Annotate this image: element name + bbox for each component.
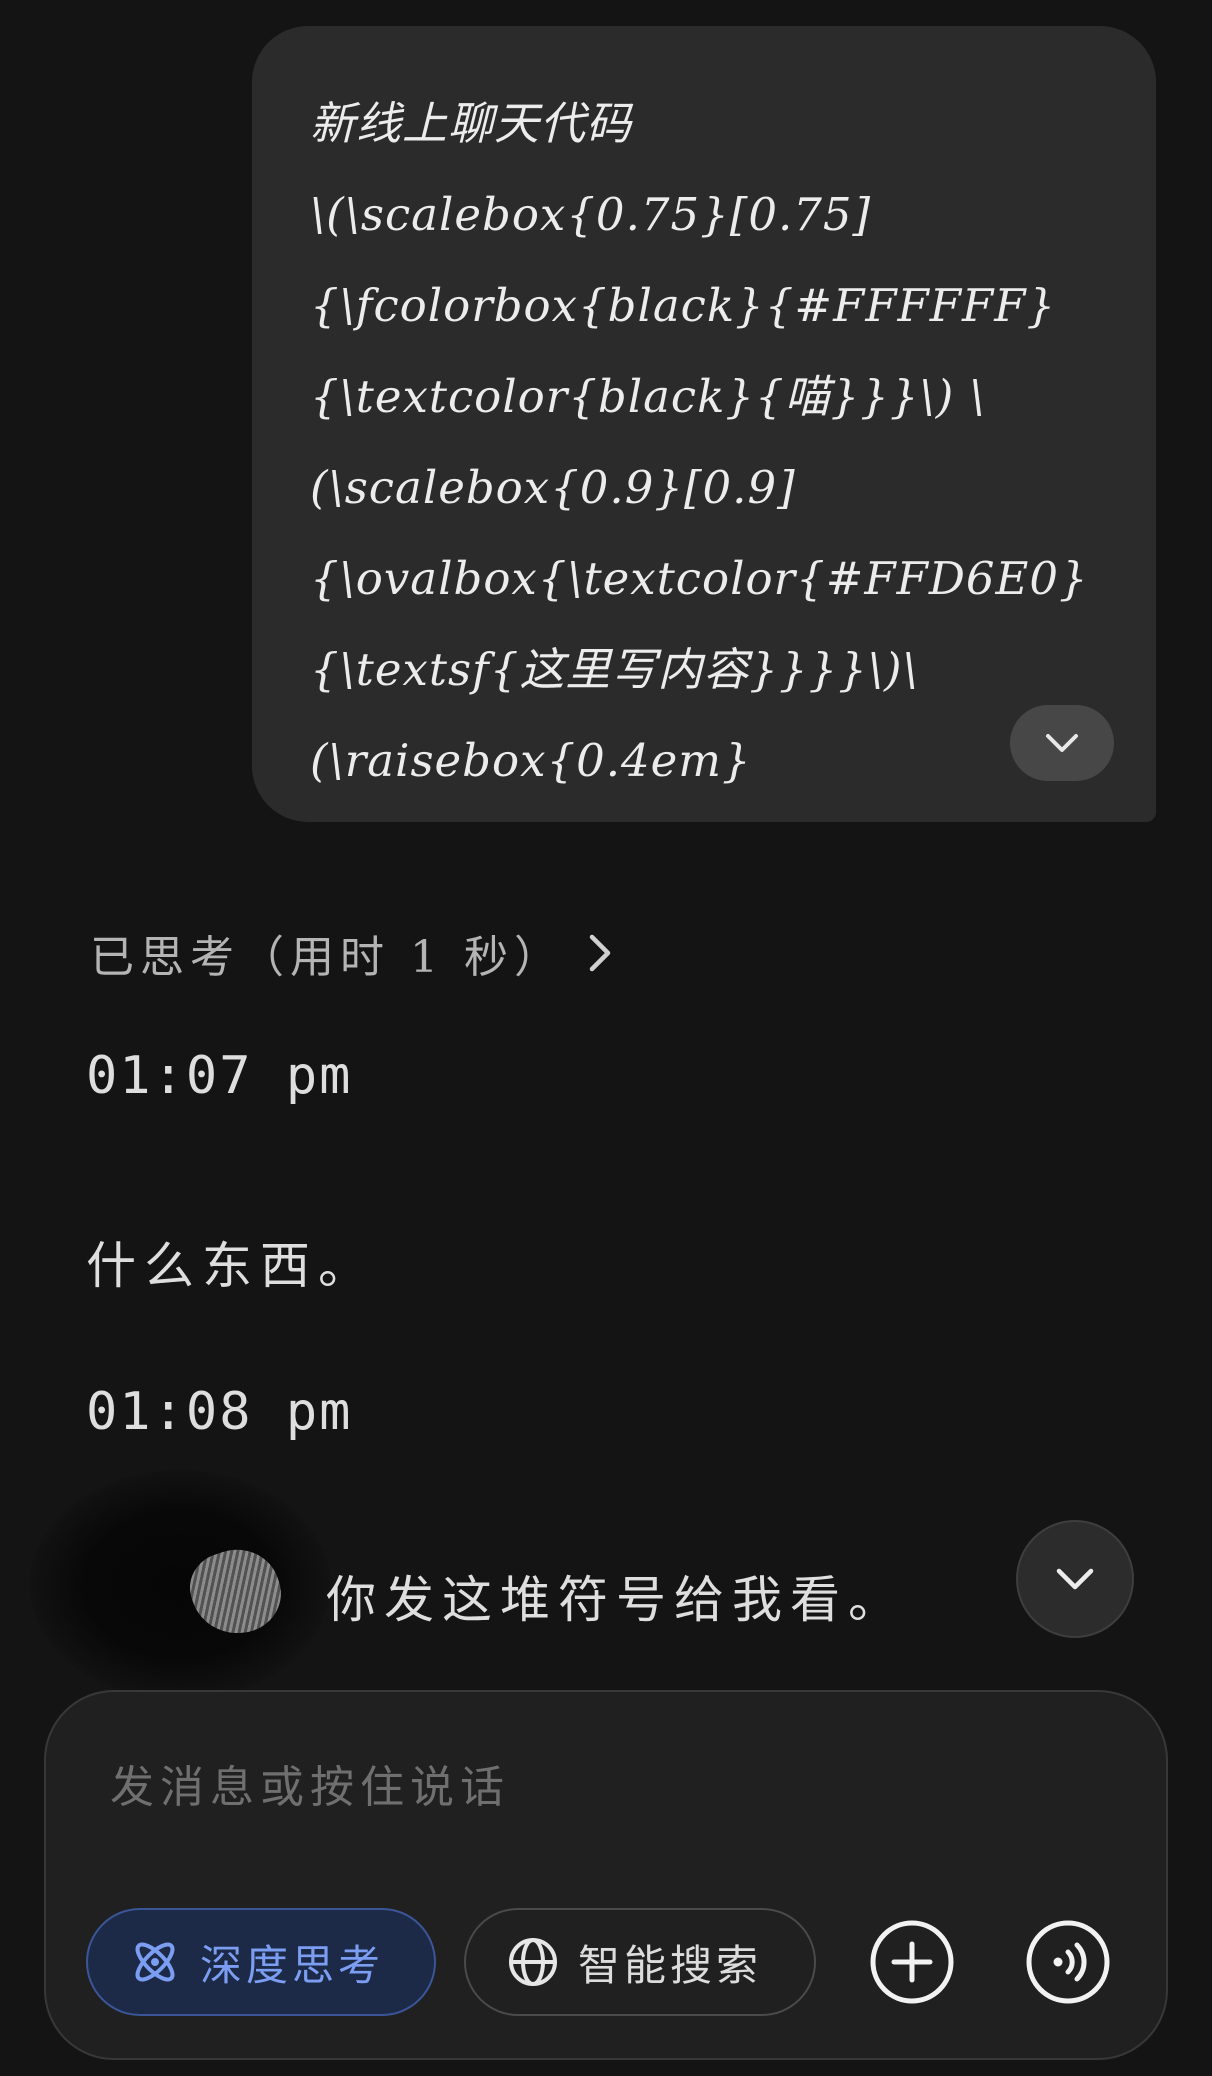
globe-icon [506, 1935, 560, 1989]
voice-call-button[interactable] [1024, 1918, 1112, 2006]
user-message-line: {\textsf{这里写内容}}}}\)\ [310, 643, 919, 696]
chevron-down-icon [1056, 1568, 1094, 1590]
reply-text: 什么东西。 [86, 1237, 376, 1295]
user-message-line: {\ovalbox{\textcolor{#FFD6E0} [310, 552, 1089, 605]
reply-timestamp: 01:08 pm [86, 1382, 353, 1442]
expand-message-button[interactable] [1010, 705, 1114, 781]
message-input[interactable] [110, 1752, 1010, 1822]
deep-think-label: 深度思考 [200, 1940, 385, 1990]
chevron-down-icon [1046, 734, 1078, 752]
user-message-line: (\raisebox{0.4em} [310, 734, 752, 787]
deep-think-toggle[interactable]: 深度思考 [86, 1908, 436, 2016]
user-message-line: {\textcolor{black}{喵}}}\) \ [310, 370, 986, 423]
user-message-bubble: 新线上聊天代码 \(\scalebox{0.75}[0.75] {\fcolor… [252, 26, 1156, 822]
reply-text: 你发这堆符号给我看。 [326, 1571, 906, 1629]
atom-icon [128, 1935, 182, 1989]
reply-timestamp: 01:07 pm [86, 1046, 353, 1106]
composer: 深度思考 智能搜索 [44, 1690, 1168, 2060]
chevron-right-icon [586, 931, 626, 975]
user-message-line: (\scalebox{0.9}[0.9] [310, 461, 796, 514]
voice-wave-icon [1026, 1920, 1110, 2004]
smart-search-toggle[interactable]: 智能搜索 [464, 1908, 816, 2016]
user-message-line: 新线上聊天代码 [310, 97, 633, 150]
smart-search-label: 智能搜索 [578, 1940, 763, 1990]
user-message-line: \(\scalebox{0.75}[0.75] [310, 188, 872, 241]
plus-circle-icon [870, 1920, 954, 2004]
add-attachment-button[interactable] [868, 1918, 956, 2006]
user-message-line: {\fcolorbox{black}{#FFFFFF} [310, 279, 1057, 332]
scroll-to-bottom-button[interactable] [1016, 1520, 1134, 1638]
avatar-shadow [30, 1470, 330, 1700]
thought-label: 已思考（用时 1 秒） [90, 932, 564, 983]
thought-toggle[interactable]: 已思考（用时 1 秒） [90, 918, 626, 988]
